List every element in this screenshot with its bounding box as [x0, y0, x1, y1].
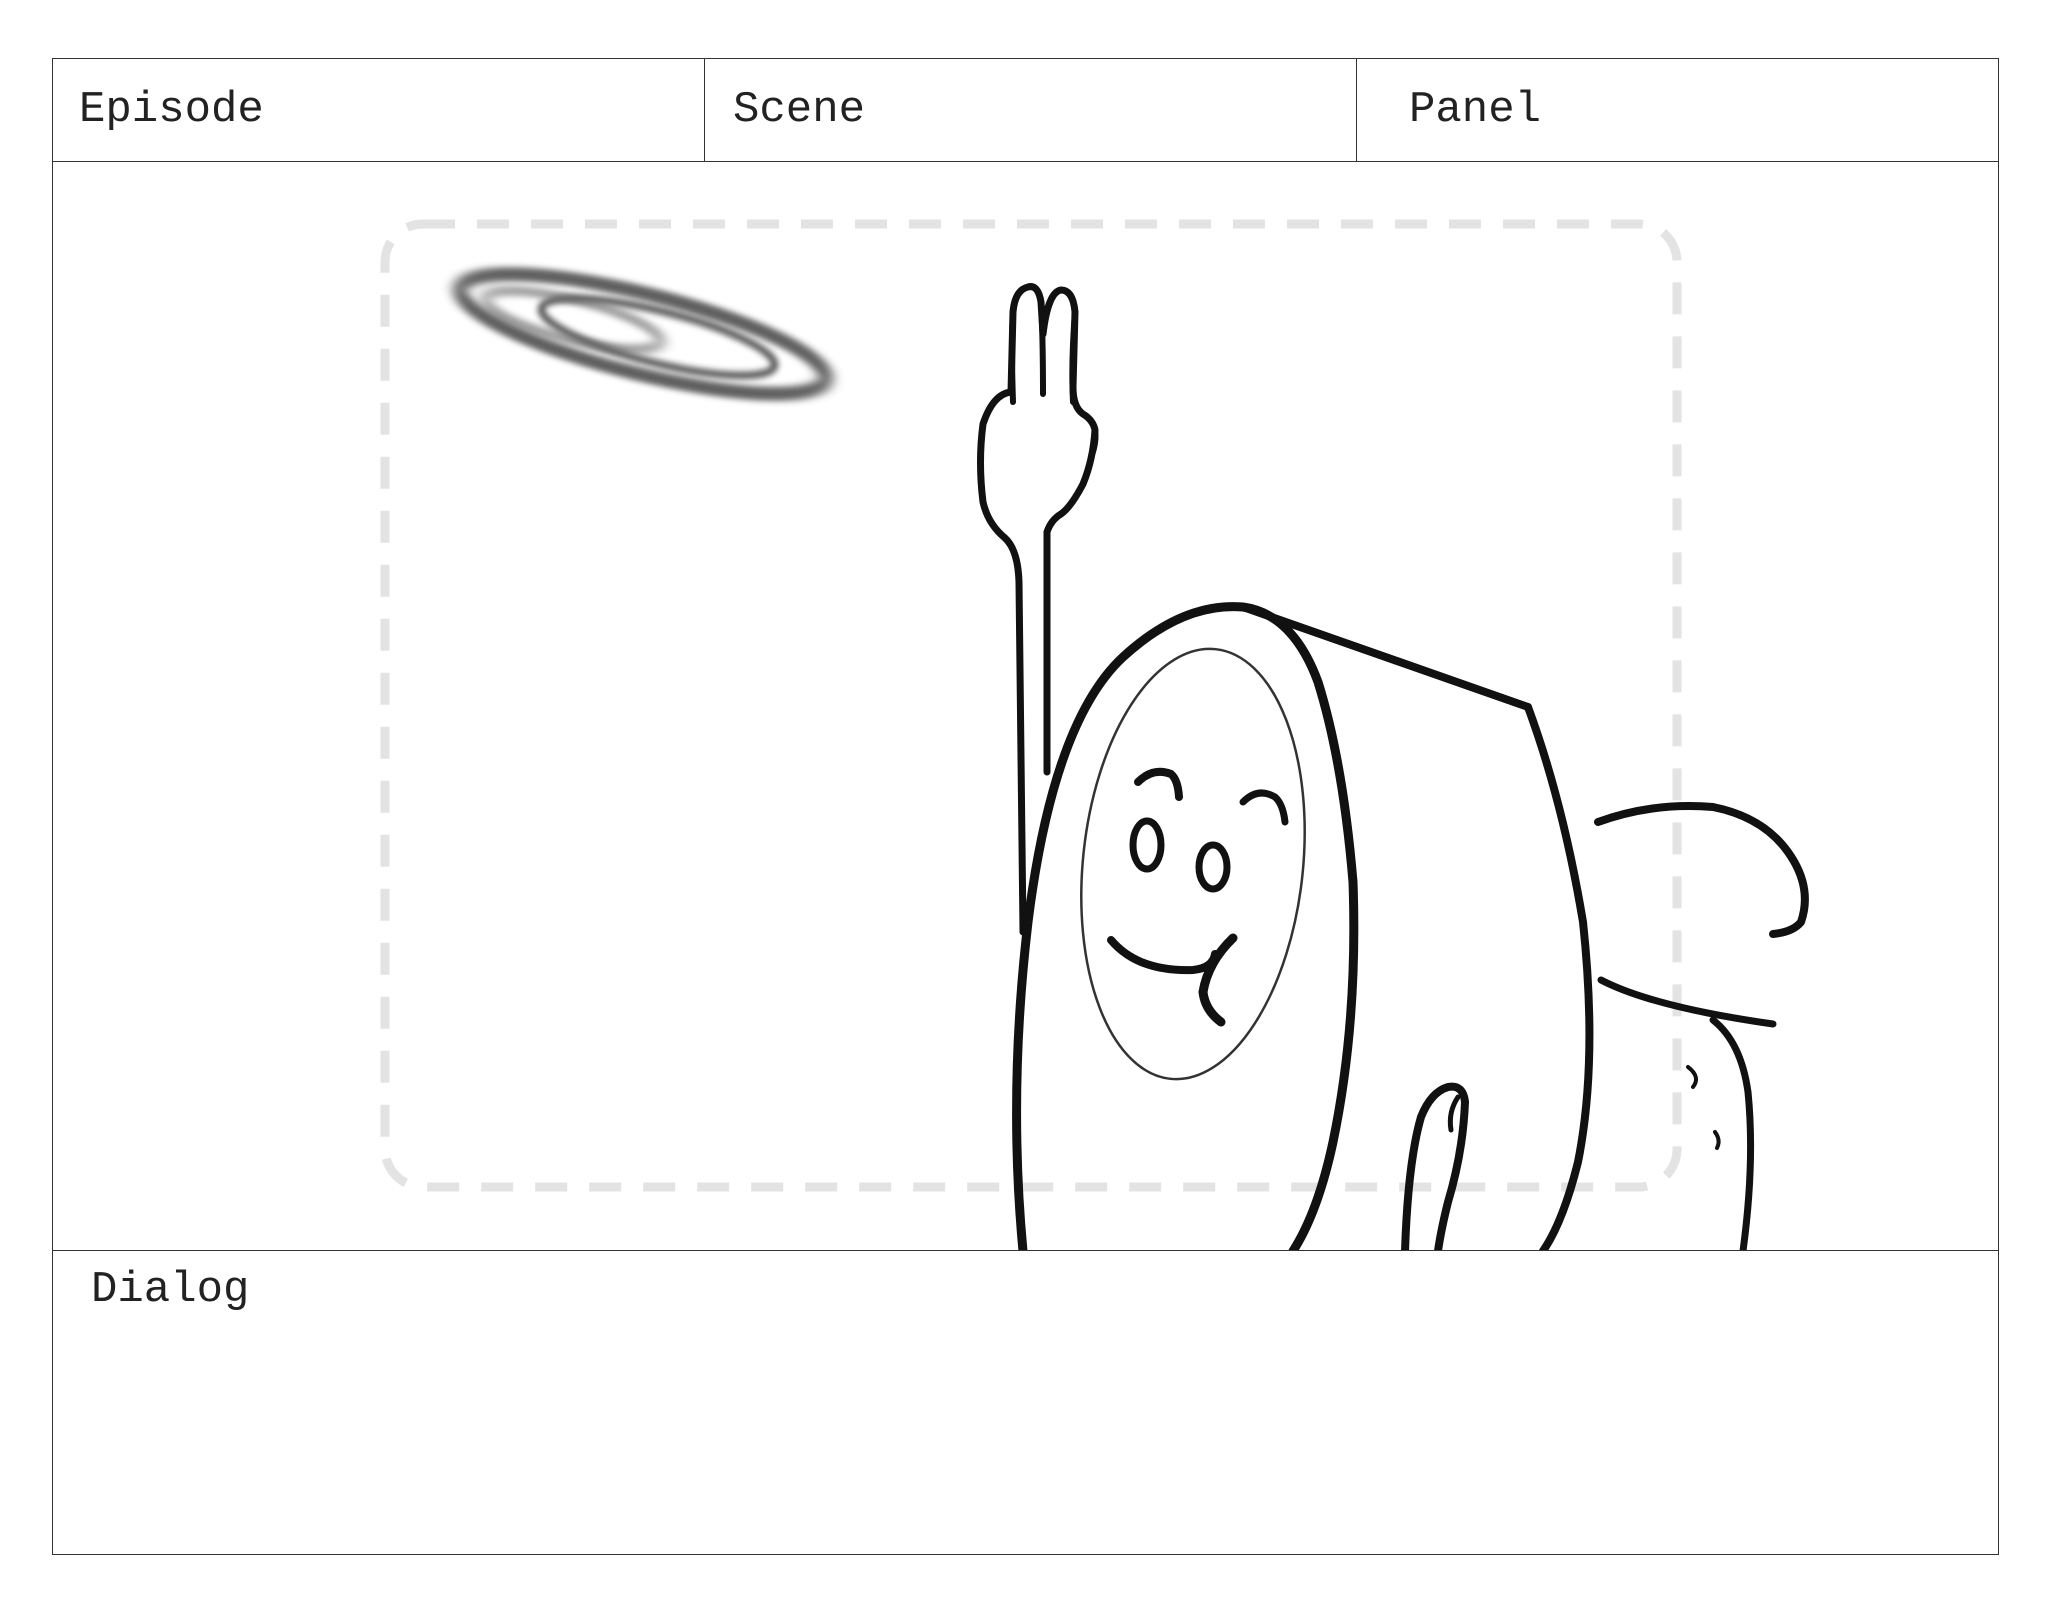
scene-field[interactable]: Scene: [705, 59, 1357, 161]
storyboard-sheet: Episode Scene Panel Dialog: [52, 58, 1999, 1555]
storyboard-header: Episode Scene Panel: [53, 59, 1998, 162]
left-eye: [1129, 817, 1165, 873]
mouth: [1107, 936, 1219, 975]
safe-area-guide: [380, 219, 1682, 1192]
sketch-canvas: [380, 219, 1809, 1250]
episode-label: Episode: [79, 85, 264, 135]
episode-field[interactable]: Episode: [53, 59, 705, 161]
body-front-rim: [1012, 602, 1359, 1250]
dialog-label: Dialog: [91, 1265, 250, 1315]
right-eye: [1195, 841, 1231, 893]
panel-field[interactable]: Panel: [1357, 59, 2000, 161]
panel-label: Panel: [1409, 85, 1542, 135]
face-outline: [1080, 647, 1306, 1081]
panel-drawing-area[interactable]: [53, 162, 1998, 1251]
dialog-area[interactable]: Dialog: [53, 1251, 1998, 1556]
lower-arm: [1401, 1082, 1469, 1250]
body-back-edge: [1524, 703, 1594, 1250]
flying-disc-sketch: [453, 267, 833, 401]
scene-label: Scene: [733, 85, 866, 135]
back-appendage: [1594, 802, 1809, 938]
body-top-edge: [1239, 603, 1532, 711]
